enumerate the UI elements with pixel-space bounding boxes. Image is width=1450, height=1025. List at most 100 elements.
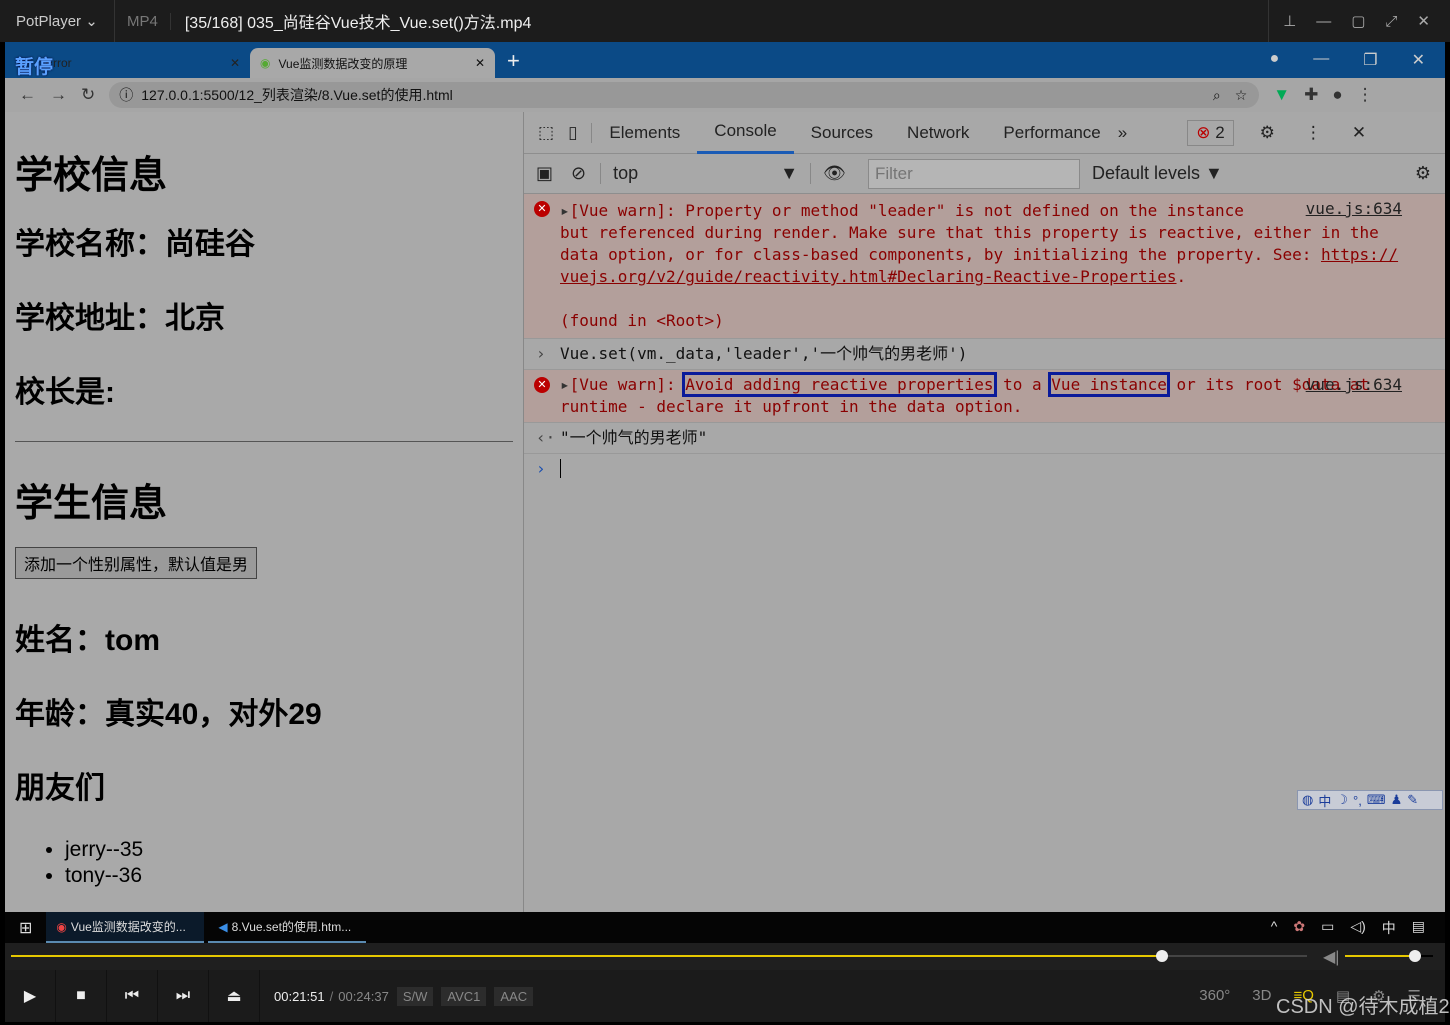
settings-icon[interactable]: ⚙ (1260, 123, 1275, 143)
moon-icon: ☽ (1336, 792, 1349, 807)
error-message: but referenced during render. Make sure … (560, 223, 1379, 264)
fullscreen-icon[interactable]: ⤢ (1385, 13, 1397, 30)
taskbar-chrome[interactable]: ◉ Vue监测数据改变的... (46, 912, 205, 943)
student-name: 姓名：tom (15, 624, 160, 657)
add-sex-button[interactable]: 添加一个性别属性，默认值是男 (15, 547, 258, 579)
error-count-badge[interactable]: ⊗ 2 (1187, 119, 1234, 146)
filter-input[interactable] (867, 158, 1080, 189)
expand-icon[interactable]: ▸ (560, 375, 570, 394)
eject-button[interactable]: ⏏ (209, 970, 260, 1022)
school-name: 学校名称：尚硅谷 (15, 228, 255, 261)
profile-icon[interactable]: ● (1332, 85, 1342, 105)
close-devtools-icon[interactable]: ✕ (1352, 123, 1366, 143)
potplayer-menu[interactable]: PotPlayer ⌄ (0, 0, 115, 42)
tab-network[interactable]: Network (890, 112, 986, 154)
back-icon[interactable]: ← (19, 85, 36, 105)
current-time: 00:21:51 (274, 988, 325, 1004)
360-icon[interactable]: 360° (1199, 987, 1230, 1005)
source-link[interactable]: vue.js:634 (1306, 374, 1402, 396)
forward-icon[interactable]: → (50, 85, 67, 105)
console-prompt[interactable]: › (524, 454, 1445, 484)
close-icon[interactable]: ✕ (1412, 50, 1425, 70)
mute-icon[interactable]: ◀| (1323, 947, 1339, 967)
console-settings-icon[interactable]: ⚙ (1415, 163, 1431, 184)
playback-controls: ▶ ■ ⏮ ⏭ ⏏ 00:21:51/00:24:37 S/W AVC1 AAC… (5, 970, 1445, 1022)
tray-app-icon[interactable]: ✿ (1293, 918, 1305, 938)
clear-console-icon[interactable]: ⊘ (565, 163, 602, 184)
pin-icon[interactable]: ⊥ (1283, 12, 1296, 30)
tray-chevron-icon[interactable]: ^ (1271, 918, 1278, 938)
minimize-icon[interactable]: — (1313, 50, 1329, 70)
tab-console[interactable]: Console (697, 112, 794, 154)
url-text: 127.0.0.1:5500/12_列表渲染/8.Vue.set的使用.html (141, 87, 453, 103)
reload-icon[interactable]: ↻ (81, 85, 95, 105)
highlight-box: Vue instance (1048, 372, 1170, 397)
stop-button[interactable]: ■ (56, 970, 107, 1022)
taskbar-vscode[interactable]: ◀ 8.Vue.set的使用.htm... (208, 912, 367, 943)
zoom-icon[interactable]: ⌕ (1213, 87, 1221, 104)
power-icon[interactable]: ▭ (1321, 918, 1334, 938)
previous-button[interactable]: ⏮ (107, 970, 158, 1022)
context-value: top (613, 163, 639, 183)
play-button[interactable]: ▶ (5, 970, 56, 1022)
device-icon[interactable]: ▯ (564, 122, 593, 143)
result-icon: ‹· (536, 428, 556, 447)
student-title: 学生信息 (15, 483, 168, 525)
tab-sources[interactable]: Sources (794, 112, 890, 154)
punct-icon: °, (1353, 792, 1362, 808)
next-button[interactable]: ⏭ (158, 970, 209, 1022)
menu-icon[interactable]: ⋮ (1357, 85, 1374, 105)
extensions-icon[interactable]: ✚ (1304, 85, 1318, 105)
notifications-icon[interactable]: ▤ (1412, 918, 1425, 938)
info-icon: ⓘ (119, 87, 134, 103)
url-input[interactable]: ⓘ 127.0.0.1:5500/12_列表渲染/8.Vue.set的使用.htm… (109, 82, 1260, 108)
taskbar-label: 8.Vue.set的使用.htm... (231, 920, 352, 934)
ime-logo-icon: ◍ (1302, 792, 1314, 807)
video-title: [35/168] 035_尚硅谷Vue技术_Vue.set()方法.mp4 (184, 15, 532, 32)
star-icon[interactable]: ☆ (1235, 87, 1248, 104)
eye-icon[interactable]: 👁 (811, 163, 858, 184)
volume-slider[interactable] (1345, 950, 1433, 962)
tab-vue[interactable]: ◉ Vue监测数据改变的原理 ✕ (250, 48, 495, 78)
tab-elements[interactable]: Elements (592, 112, 697, 154)
inspect-icon[interactable]: ⬚ (524, 123, 564, 143)
vue-devtools-icon[interactable]: ▼ (1273, 85, 1290, 105)
more-tabs-icon[interactable]: » (1118, 123, 1127, 143)
volume-handle[interactable] (1409, 950, 1422, 962)
seek-bar[interactable] (11, 950, 1307, 962)
levels-value: Default levels (1091, 163, 1201, 183)
video-codec-badge[interactable]: AVC1 (441, 986, 487, 1006)
levels-select[interactable]: Default levels ▼ (1092, 163, 1223, 184)
more-icon[interactable]: ⋮ (1305, 123, 1322, 143)
error-text: to a (993, 375, 1052, 394)
new-tab-button[interactable]: + (495, 48, 532, 78)
error-message: [Vue warn]: Property or method "leader" … (569, 201, 1244, 220)
3d-icon[interactable]: 3D (1252, 987, 1271, 1005)
tray-language[interactable]: 中 (1382, 918, 1396, 938)
maximize-icon[interactable]: ▢ (1351, 12, 1365, 30)
record-icon[interactable]: ● (1270, 50, 1280, 70)
close-tab-icon[interactable]: ✕ (475, 56, 485, 70)
seek-handle[interactable] (1155, 950, 1168, 962)
ime-toolbar[interactable]: ◍ 中 ☽ °, ⌨ ♟ ✎ (1297, 790, 1443, 810)
windows-start-icon[interactable]: ⊞ (5, 918, 46, 938)
volume-icon[interactable]: ◁) (1350, 918, 1365, 938)
divider (15, 441, 513, 442)
sidebar-toggle-icon[interactable]: ▣ (524, 163, 565, 184)
expand-icon[interactable]: ▸ (560, 201, 570, 220)
renderer-badge[interactable]: S/W (396, 986, 434, 1006)
context-select[interactable]: top ▼ (601, 163, 812, 184)
close-icon[interactable]: ✕ (1417, 12, 1430, 30)
close-tab-icon[interactable]: ✕ (230, 56, 240, 70)
keyboard-icon: ⌨ (1366, 792, 1386, 807)
leader: 校长是: (15, 376, 115, 409)
list-item: jerry--35 (65, 837, 513, 863)
restore-icon[interactable]: ❐ (1363, 50, 1377, 70)
audio-codec-badge[interactable]: AAC (494, 986, 534, 1006)
console-result: ‹· "一个帅气的男老师" (524, 423, 1445, 454)
minimize-icon[interactable]: — (1316, 13, 1331, 30)
highlight-box: Avoid adding reactive properties (682, 372, 997, 397)
source-link[interactable]: vue.js:634 (1306, 198, 1402, 220)
prompt-icon: › (536, 459, 546, 478)
tab-performance[interactable]: Performance (986, 112, 1117, 154)
